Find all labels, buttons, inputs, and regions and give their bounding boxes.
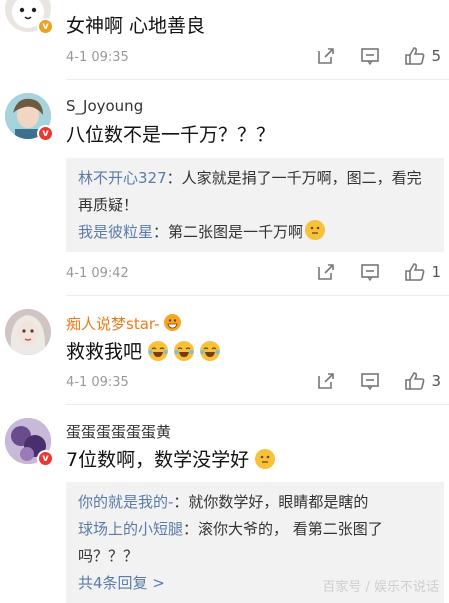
- comment-content: 7位数啊，数学没学好: [66, 445, 276, 472]
- like-count: 1: [431, 263, 441, 281]
- share-button[interactable]: [316, 371, 336, 391]
- comment-content: 八位数不是一千万？？？: [66, 124, 276, 146]
- comment-icon: [361, 373, 380, 391]
- avatar[interactable]: v: [5, 93, 54, 142]
- like-button[interactable]: 5: [404, 46, 441, 66]
- comment-button[interactable]: [360, 46, 380, 66]
- like-icon: [405, 47, 425, 65]
- reply-box[interactable]: 林不开心327：人家就是捐了一千万啊，图二，看完再质疑！ 我是彼粒星：第二张图是…: [66, 158, 444, 252]
- reply-item[interactable]: 我是彼粒星：第二张图是一千万啊: [78, 219, 432, 246]
- avatar[interactable]: v: [5, 0, 54, 35]
- crying-laughing-emoji: [174, 341, 195, 361]
- comment-username[interactable]: 蛋蛋蛋蛋蛋蛋黄: [66, 421, 171, 442]
- share-button[interactable]: [316, 46, 336, 66]
- like-button[interactable]: 1: [404, 262, 441, 282]
- comment-icon: [361, 48, 380, 66]
- avatar[interactable]: v: [5, 418, 54, 467]
- divider: [66, 295, 449, 296]
- thinking-emoji: [255, 449, 276, 469]
- comment-button[interactable]: [360, 262, 380, 282]
- like-button[interactable]: 3: [404, 371, 441, 391]
- reply-item[interactable]: 你的就是我的-：就你数学好，眼睛都是瞎的: [78, 489, 432, 516]
- comment-content: 女神啊 心地善良: [66, 15, 206, 37]
- share-icon: [318, 264, 335, 280]
- comment-username[interactable]: 痴人说梦star-: [66, 313, 181, 334]
- watermark: 百家号 / 娱乐不说话: [322, 580, 439, 595]
- comment-time: 4-1 09:35: [66, 50, 129, 65]
- share-button[interactable]: [316, 262, 336, 282]
- like-icon: [405, 263, 425, 281]
- reply-username[interactable]: 林不开心327: [78, 169, 167, 187]
- like-count: 3: [431, 372, 441, 390]
- reply-item[interactable]: 林不开心327：人家就是捐了一千万啊，图二，看完再质疑！: [78, 165, 432, 219]
- reply-username[interactable]: 球场上的小短腿: [78, 520, 183, 538]
- reply-username[interactable]: 你的就是我的-: [78, 493, 173, 511]
- reply-item[interactable]: 球场上的小短腿：滚你大爷的， 看第二张图了吗？？？: [78, 516, 432, 570]
- comment-username[interactable]: S_Joyoung: [66, 97, 143, 115]
- like-icon: [405, 372, 425, 390]
- crying-laughing-emoji: [148, 341, 169, 361]
- comment-button[interactable]: [360, 371, 380, 391]
- divider: [66, 79, 449, 80]
- like-count: 5: [431, 47, 441, 65]
- comment-icon: [361, 264, 380, 282]
- reply-username[interactable]: 我是彼粒星: [78, 223, 153, 241]
- thinking-emoji: [305, 220, 326, 240]
- comment-content: 救救我吧: [66, 337, 221, 364]
- v-badge-icon: v: [37, 450, 54, 467]
- reply-text: ：就你数学好，眼睛都是瞎的: [173, 493, 369, 511]
- v-badge-icon: v: [37, 125, 54, 142]
- grinning-emoji: [163, 314, 181, 331]
- divider: [66, 404, 449, 405]
- share-icon: [318, 373, 335, 389]
- comment-time: 4-1 09:42: [66, 266, 129, 281]
- reply-text: ：第二张图是一千万啊: [153, 223, 304, 241]
- share-icon: [318, 48, 335, 64]
- crying-laughing-emoji: [200, 341, 221, 361]
- avatar[interactable]: [5, 309, 51, 355]
- comment-time: 4-1 09:35: [66, 375, 129, 390]
- v-badge-icon: v: [37, 18, 54, 35]
